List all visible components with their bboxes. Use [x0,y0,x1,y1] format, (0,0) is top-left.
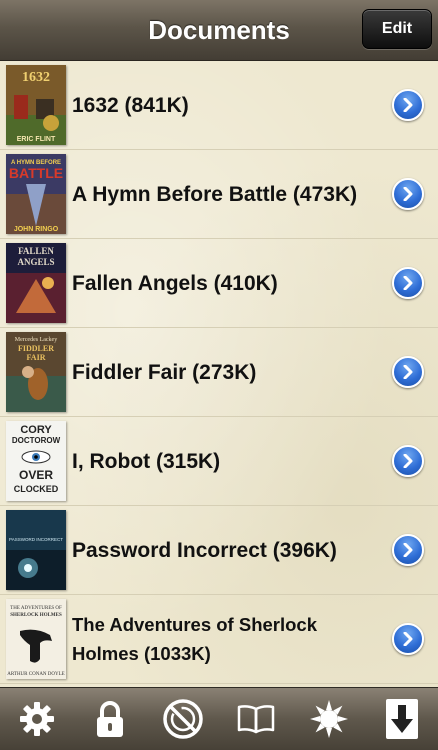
document-list[interactable]: 1632 ERIC FLINT 1632 (841K) A HYMN BEFOR… [0,61,438,687]
document-row[interactable]: PASSWORD INCORRECT Password Incorrect (3… [0,506,438,595]
document-title: I, Robot (315K) [72,449,221,473]
cover-title-text: 1632 [22,70,50,85]
cover-title-text: SHERLOCK HOLMES [10,613,62,618]
disclosure-button[interactable] [392,267,424,299]
chevron-right-icon [403,98,413,112]
document-row[interactable]: 1632 ERIC FLINT 1632 (841K) [0,61,438,150]
document-row[interactable]: A HYMN BEFORE BATTLE JOHN RINGO A Hymn B… [0,150,438,239]
download-button[interactable] [377,694,427,744]
cover-title-text: FALLEN [18,246,54,256]
chevron-right-icon [403,365,413,379]
book-button[interactable] [231,694,281,744]
no-rotation-icon [162,699,203,739]
book-cover: A HYMN BEFORE BATTLE JOHN RINGO [6,154,66,234]
bottom-toolbar [0,687,438,750]
lock-button[interactable] [85,694,135,744]
document-row[interactable]: CORY DOCTOROW OVER CLOCKED I, Robot (315… [0,417,438,506]
chevron-right-icon [403,632,413,646]
disclosure-button[interactable] [392,89,424,121]
book-cover: CORY DOCTOROW OVER CLOCKED [6,421,66,501]
lock-icon [96,701,123,737]
book-cover-art: Mercedes Lackey FIDDLER FAIR [6,332,66,412]
gear-icon [19,702,54,736]
document-title: Fallen Angels (410K) [72,271,278,295]
book-cover: THE ADVENTURES OF SHERLOCK HOLMES ARTHUR… [6,599,66,679]
book-cover: 1632 ERIC FLINT [6,65,66,145]
chevron-right-icon [403,187,413,201]
book-cover: FALLEN ANGELS [6,243,66,323]
chevron-right-icon [403,454,413,468]
cover-title-text: FIDDLER [18,344,54,353]
book-cover-art: FALLEN ANGELS [6,243,66,323]
disclosure-button[interactable] [392,623,424,655]
disclosure-button[interactable] [392,356,424,388]
cover-author-text: ARTHUR CONAN DOYLE [7,672,64,677]
document-title: 1632 (841K) [72,93,189,117]
cover-title-text: ANGELS [17,257,54,267]
navigation-bar: Documents Edit [0,0,438,61]
book-cover-art: THE ADVENTURES OF SHERLOCK HOLMES ARTHUR… [6,599,66,679]
cover-title-text: CLOCKED [14,484,59,494]
book-icon [237,705,274,734]
brightness-icon [309,700,348,738]
document-title: A Hymn Before Battle (473K) [72,182,358,206]
cover-author-text: DOCTOROW [12,436,61,445]
cover-author-text: ERIC FLINT [17,136,56,143]
chevron-right-icon [403,543,413,557]
document-row[interactable]: Mercedes Lackey FIDDLER FAIR Fiddler Fai… [0,328,438,417]
settings-button[interactable] [12,694,62,744]
book-cover-art: 1632 ERIC FLINT [6,65,66,145]
book-cover-art: A HYMN BEFORE BATTLE JOHN RINGO [6,154,66,234]
cover-title-text: FAIR [27,353,46,362]
cover-title-text: PASSWORD INCORRECT [9,537,63,542]
document-title: The Adventures of Sherlock Holmes (1033K… [72,614,318,664]
document-row[interactable]: FALLEN ANGELS Fallen Angels (410K) [0,239,438,328]
cover-title-text: BATTLE [9,165,63,181]
cover-author-text: JOHN RINGO [14,226,59,233]
disclosure-button[interactable] [392,178,424,210]
cover-title-text: THE ADVENTURES OF [10,606,62,611]
download-icon [385,699,418,739]
book-cover: PASSWORD INCORRECT [6,510,66,590]
disclosure-button[interactable] [392,445,424,477]
chevron-right-icon [403,276,413,290]
book-cover-art: PASSWORD INCORRECT [6,510,66,590]
document-title: Password Incorrect (396K) [72,538,337,562]
cover-author-text: CORY [20,424,52,436]
cover-title-text: OVER [19,468,53,482]
rotation-lock-button[interactable] [158,694,208,744]
document-title: Fiddler Fair (273K) [72,360,257,384]
book-cover-art: CORY DOCTOROW OVER CLOCKED [6,421,66,501]
brightness-button[interactable] [304,694,354,744]
disclosure-button[interactable] [392,534,424,566]
document-row[interactable]: THE ADVENTURES OF SHERLOCK HOLMES ARTHUR… [0,595,438,684]
cover-author-text: Mercedes Lackey [15,337,57,343]
edit-button[interactable]: Edit [362,9,432,49]
page-title: Documents [148,14,290,45]
book-cover: Mercedes Lackey FIDDLER FAIR [6,332,66,412]
